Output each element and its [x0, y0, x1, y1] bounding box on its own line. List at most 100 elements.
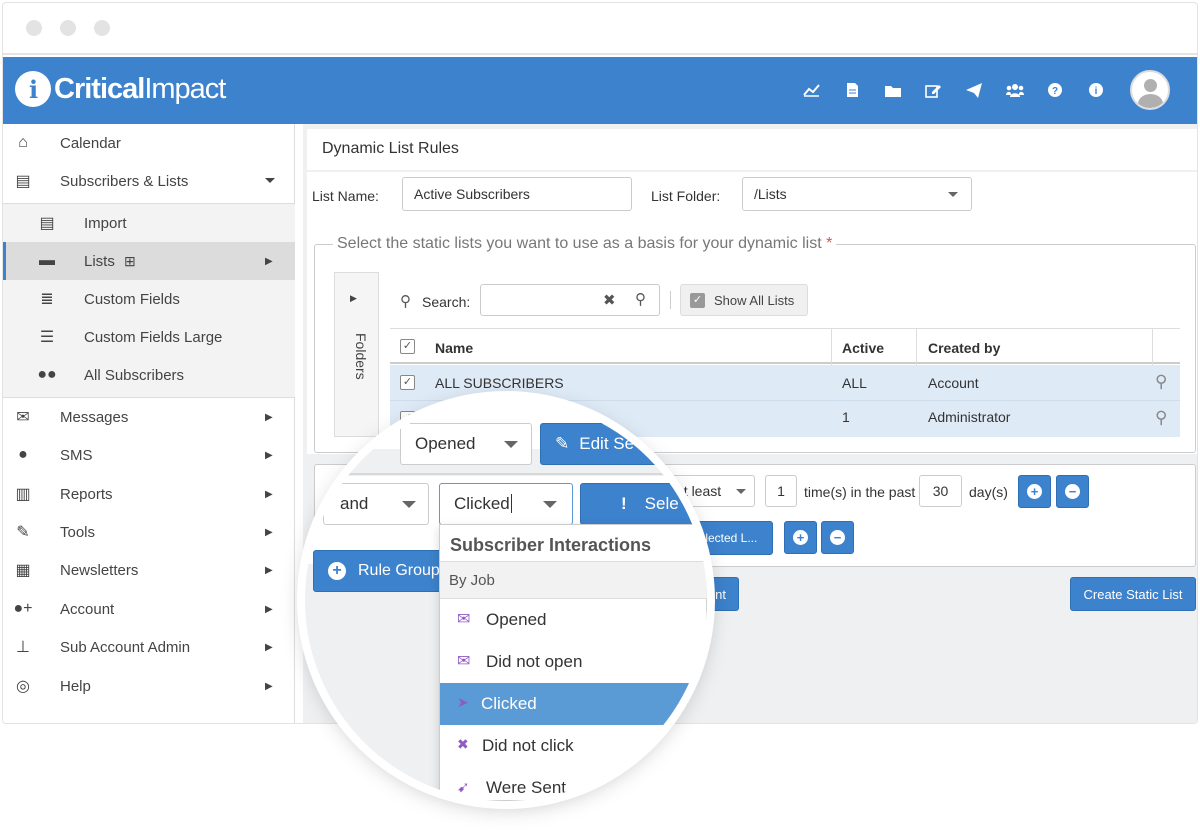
sidebar-item-messages[interactable]: ✉ Messages ▶: [3, 398, 295, 436]
times-input[interactable]: 1: [765, 475, 797, 507]
opened-select[interactable]: Opened: [400, 423, 532, 465]
chevron-down-icon: [265, 178, 275, 183]
plus-icon: +: [1027, 484, 1042, 499]
sidebar-item-reports[interactable]: ▥ Reports ▶: [3, 475, 295, 513]
row-checkbox[interactable]: ✓: [400, 375, 415, 390]
select-button[interactable]: ! Sele: [580, 483, 707, 525]
chevron-down-icon: [402, 501, 416, 508]
column-header-created-by[interactable]: Created by: [928, 340, 1000, 356]
minus-icon: −: [830, 530, 845, 545]
sidebar-item-help[interactable]: ◎ Help ▶: [3, 667, 295, 705]
avatar[interactable]: [1130, 70, 1170, 110]
list-folder-value: /Lists: [754, 186, 787, 202]
select-button-label: Sele: [644, 494, 679, 513]
search-icon[interactable]: ⚲: [1155, 408, 1167, 428]
row-name: ALL SUBSCRIBERS: [435, 375, 564, 391]
window-dot[interactable]: [94, 20, 110, 36]
logo[interactable]: i Critical Impact: [15, 71, 226, 107]
and-or-select[interactable]: and: [323, 483, 429, 525]
and-select-value: and: [340, 494, 369, 513]
show-all-label: Show All Lists: [714, 293, 795, 308]
remove-rule-button[interactable]: −: [821, 521, 854, 554]
days-label: day(s): [969, 484, 1008, 500]
sidebar-item-label: Tools: [60, 523, 96, 541]
table-row[interactable]: ✓ ALL SUBSCRIBERS ALL Account ⚲: [390, 365, 1180, 401]
clear-icon[interactable]: ✖: [603, 291, 616, 309]
folder-icon[interactable]: [884, 81, 902, 99]
dropdown-option-did-not-click[interactable]: ✖ Did not click: [440, 725, 707, 767]
magnifier-lens: Opened ✎ Edit Se and Clicked ! Sele + Rule …: [305, 399, 707, 801]
window-dot[interactable]: [60, 20, 76, 36]
dropdown-option-clicked[interactable]: ➤ Clicked: [440, 683, 707, 725]
option-label: Opened: [486, 610, 547, 629]
option-label: Were Sent: [486, 778, 567, 797]
window-chrome: [3, 3, 1197, 55]
rule-group-button[interactable]: + Rule Group: [313, 550, 443, 592]
interaction-select[interactable]: Clicked: [439, 483, 573, 525]
row-created-by: Administrator: [928, 409, 1011, 425]
sidebar-item-all-subscribers[interactable]: ●● All Subscribers: [3, 356, 295, 394]
plus-square-icon[interactable]: ⊞: [124, 253, 136, 270]
opened-select-value: Opened: [415, 434, 476, 453]
search-icon[interactable]: ⚲: [1155, 372, 1167, 392]
search-input[interactable]: ✖ ⚲: [480, 284, 660, 316]
edit-selected-button[interactable]: ✎ Edit Se: [540, 423, 700, 465]
search-icon[interactable]: ⚲: [635, 290, 646, 308]
add-rule-button[interactable]: +: [784, 521, 817, 554]
remove-condition-button[interactable]: −: [1056, 475, 1089, 508]
page-header: Dynamic List Rules: [307, 129, 1197, 170]
sidebar-item-calendar[interactable]: ⌂ Calendar: [3, 124, 295, 162]
required-marker: *: [826, 235, 833, 252]
times-label: time(s) in the past: [804, 484, 916, 500]
chart-line-icon[interactable]: [802, 81, 820, 99]
search-icon: ⚲: [400, 293, 411, 310]
sidebar-item-sms[interactable]: ● SMS ▶: [3, 436, 295, 474]
dropdown-option-were-sent[interactable]: ➹ Were Sent: [440, 767, 707, 801]
chevron-right-icon: ▶: [265, 564, 273, 576]
dropdown-option-opened[interactable]: ✉ Opened: [440, 599, 707, 641]
plus-circle-icon: +: [328, 562, 346, 580]
sidebar-item-import[interactable]: ▤ Import: [3, 204, 295, 242]
folder-icon: ▬: [39, 252, 55, 269]
sidebar-item-account[interactable]: ●+ Account ▶: [3, 590, 295, 628]
document-icon[interactable]: [843, 81, 861, 99]
times-value: 1: [777, 483, 785, 499]
sidebar-item-custom-fields[interactable]: ≣ Custom Fields: [3, 280, 295, 318]
days-input[interactable]: 30: [919, 475, 962, 507]
info-icon[interactable]: i: [1087, 81, 1105, 99]
sidebar-item-label: SMS: [60, 446, 93, 464]
menu-icon: ☰: [39, 329, 55, 346]
column-header-name[interactable]: Name: [435, 340, 473, 356]
select-all-checkbox[interactable]: ✓: [400, 339, 415, 354]
send-icon[interactable]: [965, 81, 983, 99]
dropdown-option-did-not-open[interactable]: ✉ Did not open: [440, 641, 707, 683]
sidebar-item-tools[interactable]: ✎ Tools ▶: [3, 513, 295, 551]
edit-icon[interactable]: [924, 81, 942, 99]
sidebar-item-label: Help: [60, 677, 91, 695]
sidebar-item-newsletters[interactable]: ▦ Newsletters ▶: [3, 551, 295, 589]
column-header-active[interactable]: Active: [842, 340, 884, 356]
sidebar-item-custom-fields-large[interactable]: ☰ Custom Fields Large: [3, 318, 295, 356]
exclamation-icon: !: [621, 494, 627, 513]
sidebar-item-label: Custom Fields Large: [84, 328, 223, 346]
list-folder-select[interactable]: /Lists: [742, 177, 972, 211]
option-label: Did not click: [482, 736, 574, 755]
create-static-list-label: Create Static List: [1083, 586, 1183, 602]
bar-chart-icon: ▥: [15, 486, 31, 503]
home-icon: ⌂: [18, 134, 28, 151]
folders-label: Folders: [353, 333, 369, 380]
sidebar-item-lists[interactable]: ▬ Lists ⊞ ▶: [3, 242, 295, 280]
create-static-list-button[interactable]: Create Static List: [1070, 577, 1196, 611]
add-condition-button[interactable]: +: [1018, 475, 1051, 508]
sidebar-item-sub-account-admin[interactable]: ⊥ Sub Account Admin ▶: [3, 628, 295, 666]
sidebar-item-label: Reports: [60, 485, 113, 503]
sidebar-item-label: Custom Fields: [84, 290, 180, 308]
sidebar-item-subscribers-lists[interactable]: ▤ Subscribers & Lists: [3, 162, 295, 200]
window-dot[interactable]: [26, 20, 42, 36]
sidebar-item-label: Subscribers & Lists: [60, 172, 189, 190]
users-icon[interactable]: [1006, 81, 1024, 99]
help-icon[interactable]: ?: [1046, 81, 1064, 99]
send-icon: ➹: [457, 779, 470, 796]
show-all-lists-toggle[interactable]: ✓ Show All Lists: [680, 284, 808, 316]
list-name-input[interactable]: Active Subscribers: [402, 177, 632, 211]
